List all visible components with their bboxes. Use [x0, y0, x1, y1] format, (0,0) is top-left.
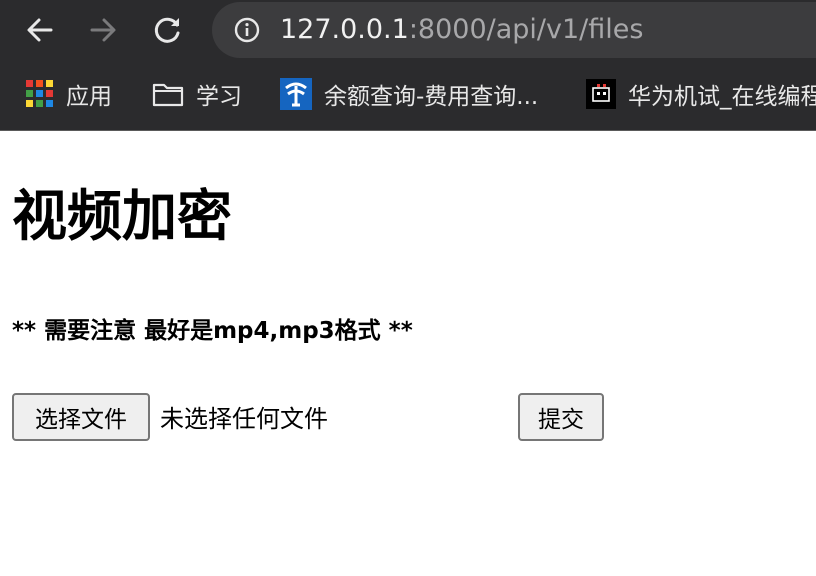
- page-content: 视频加密 ** 需要注意 最好是mp4,mp3格式 ** 选择文件 未选择任何文…: [0, 131, 816, 576]
- bookmark-label: 华为机试_在线编程: [628, 84, 816, 110]
- bookmark-label: 余额查询-费用查询...: [324, 84, 539, 110]
- apps-grid-icon: [26, 80, 53, 107]
- bookmark-apps[interactable]: 应用: [26, 78, 112, 110]
- nowcoder-icon: [586, 79, 616, 109]
- bookmark-folder-study[interactable]: 学习: [152, 78, 242, 110]
- url-path: :8000/api/v1/files: [408, 14, 644, 45]
- bookmark-balance-query[interactable]: 余额查询-费用查询...: [280, 78, 538, 110]
- choose-file-button[interactable]: 选择文件: [12, 393, 150, 441]
- bookmark-label: 学习: [196, 84, 242, 110]
- format-note: ** 需要注意 最好是mp4,mp3格式 **: [12, 318, 413, 344]
- china-telecom-icon: [280, 78, 312, 110]
- address-bar[interactable]: 127.0.0.1:8000/api/v1/files: [212, 2, 816, 58]
- browser-chrome: 127.0.0.1:8000/api/v1/files 应用 学习 余额查询-费…: [0, 0, 816, 131]
- forward-button[interactable]: [86, 13, 120, 47]
- page-title: 视频加密: [12, 184, 233, 248]
- url-text[interactable]: 127.0.0.1:8000/api/v1/files: [280, 14, 643, 46]
- arrow-right-icon: [90, 18, 116, 42]
- back-button[interactable]: [23, 13, 57, 47]
- browser-toolbar: 127.0.0.1:8000/api/v1/files: [0, 0, 816, 62]
- reload-icon: [154, 17, 180, 43]
- bookmarks-bar: 应用 学习 余额查询-费用查询... 华为机试_在线编程: [0, 62, 816, 130]
- bookmark-label: 应用: [66, 84, 112, 110]
- arrow-left-icon: [27, 18, 53, 42]
- reload-button[interactable]: [151, 13, 185, 47]
- info-icon[interactable]: [234, 17, 260, 43]
- submit-button[interactable]: 提交: [518, 393, 604, 441]
- file-status-text: 未选择任何文件: [160, 405, 328, 433]
- url-host: 127.0.0.1: [280, 14, 409, 45]
- bookmark-huawei-test[interactable]: 华为机试_在线编程: [586, 78, 816, 110]
- folder-icon: [152, 83, 184, 107]
